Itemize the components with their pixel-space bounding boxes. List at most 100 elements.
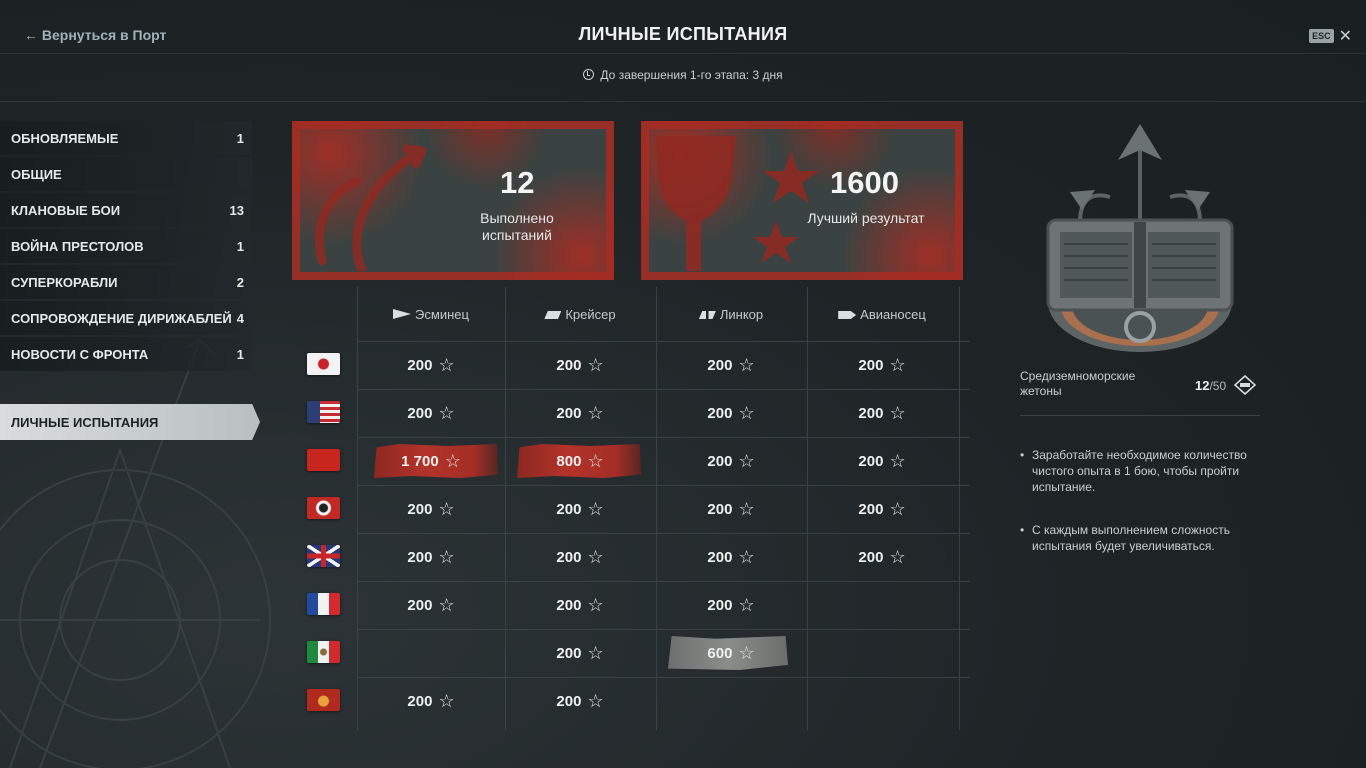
token-count: 12/50	[1195, 374, 1256, 396]
cell-value: 200	[707, 452, 733, 470]
star-icon: ☆	[738, 402, 755, 423]
cell-value: 200	[407, 548, 433, 566]
cell-value: 200	[407, 356, 433, 374]
column-header-battleship: Линкор	[656, 307, 806, 322]
cell-value: 200	[407, 404, 433, 422]
sidebar-item-label: ВОЙНА ПРЕСТОЛОВ	[11, 238, 144, 254]
cell-value: 200	[556, 356, 582, 374]
challenge-cell[interactable]: 200 ☆	[656, 533, 806, 581]
sidebar-item-general[interactable]: ОБЩИЕ	[0, 157, 252, 191]
challenge-cell[interactable]: 800 ☆	[505, 437, 655, 485]
challenge-cell[interactable]: 200 ☆	[505, 677, 655, 725]
challenge-cell[interactable]: 200 ☆	[807, 533, 957, 581]
best-result-value: 1600	[830, 165, 899, 200]
challenge-cell[interactable]: 200 ☆	[505, 485, 655, 533]
challenge-cell[interactable]: 200 ☆	[356, 389, 506, 437]
challenge-cell[interactable]: 200 ☆	[356, 341, 506, 389]
sidebar-item-count: 13	[229, 202, 244, 218]
challenge-cell[interactable]: 1 700 ☆	[356, 437, 506, 485]
column-label: Крейсер	[565, 307, 616, 322]
cell-value: 200	[858, 404, 884, 422]
divider	[0, 101, 1366, 102]
sidebar-item-war-of-thrones[interactable]: ВОЙНА ПРЕСТОЛОВ 1	[0, 229, 252, 263]
cell-value: 200	[407, 500, 433, 518]
cruiser-class-icon	[544, 311, 562, 319]
star-icon: ☆	[438, 354, 455, 375]
close-icon: ✕	[1338, 28, 1352, 45]
cell-value: 200	[858, 356, 884, 374]
column-label: Авианосец	[860, 307, 926, 322]
challenge-cell[interactable]: 200 ☆	[656, 437, 806, 485]
cell-value: 200	[707, 596, 733, 614]
sidebar-item-front-news[interactable]: НОВОСТИ С ФРОНТА 1	[0, 337, 252, 371]
challenge-cell[interactable]: 200 ☆	[807, 437, 957, 485]
token-name: Средиземноморские жетоны	[1020, 369, 1170, 399]
challenge-cell[interactable]: 200 ☆	[356, 677, 506, 725]
challenge-cell[interactable]: 200 ☆	[505, 341, 655, 389]
challenge-cell[interactable]: 200 ☆	[656, 485, 806, 533]
germany-flag-icon	[307, 497, 340, 519]
cell-value: 200	[707, 500, 733, 518]
star-icon: ☆	[438, 546, 455, 567]
cell-value: 1 700	[401, 452, 439, 470]
cell-value: 200	[858, 548, 884, 566]
challenge-cell[interactable]: 200 ☆	[505, 629, 655, 677]
challenge-cell[interactable]: 200 ☆	[505, 389, 655, 437]
battleship-class-icon	[698, 311, 716, 319]
star-icon: ☆	[587, 498, 604, 519]
mediterranean-token-emblem-icon	[1046, 124, 1234, 352]
challenge-cell[interactable]: 200 ☆	[505, 581, 655, 629]
japan-flag-icon	[307, 353, 340, 375]
page-title: ЛИЧНЫЕ ИСПЫТАНИЯ	[578, 24, 788, 44]
sidebar-item-count: 1	[236, 130, 244, 146]
challenge-cell[interactable]: 200 ☆	[656, 341, 806, 389]
star-icon: ☆	[738, 498, 755, 519]
italy-flag-icon	[307, 641, 340, 663]
sidebar-item-superships[interactable]: СУПЕРКОРАБЛИ 2	[0, 265, 252, 299]
challenge-cell[interactable]: 200 ☆	[356, 533, 506, 581]
sidebar-item-label: ОБЩИЕ	[11, 166, 62, 182]
star-icon: ☆	[587, 354, 604, 375]
star-icon: ☆	[438, 690, 455, 711]
cell-value: 200	[556, 692, 582, 710]
pan-europe-flag-icon	[307, 689, 340, 711]
star-icon: ☆	[889, 450, 906, 471]
challenge-cell[interactable]: 200 ☆	[356, 581, 506, 629]
sidebar-item-count: 2	[236, 274, 244, 290]
close-button[interactable]: ESC ✕	[1309, 26, 1352, 46]
uk-flag-icon	[307, 545, 340, 567]
column-header-destroyer: Эсминец	[356, 307, 506, 322]
token-current: 12	[1195, 378, 1210, 393]
sidebar-item-count: 1	[236, 238, 244, 254]
sidebar-item-personal-challenges[interactable]: ЛИЧНЫЕ ИСПЫТАНИЯ	[0, 404, 260, 440]
challenge-cell[interactable]: 200 ☆	[505, 533, 655, 581]
star-icon: ☆	[738, 546, 755, 567]
cell-value: 200	[556, 548, 582, 566]
timer-text: До завершения 1-го этапа: 3 дня	[600, 68, 783, 82]
star-icon: ☆	[587, 546, 604, 567]
sidebar-item-clan-battles[interactable]: КЛАНОВЫЕ БОИ 13	[0, 193, 252, 227]
divider	[1020, 415, 1260, 416]
info-bullet: С каждым выполнением сложность испытания…	[1020, 522, 1267, 554]
challenge-cell[interactable]: 200 ☆	[656, 581, 806, 629]
top-bar: ← Вернуться в Порт ЛИЧНЫЕ ИСПЫТАНИЯ ESC …	[0, 0, 1366, 54]
challenge-cell[interactable]: 200 ☆	[807, 341, 957, 389]
star-icon: ☆	[889, 498, 906, 519]
ussr-flag-icon	[307, 449, 340, 471]
challenge-cell[interactable]: 200 ☆	[807, 389, 957, 437]
star-icon: ☆	[738, 594, 755, 615]
column-label: Эсминец	[415, 307, 469, 322]
star-icon: ☆	[587, 450, 604, 471]
challenge-cell[interactable]: 200 ☆	[356, 485, 506, 533]
destroyer-class-icon	[393, 309, 412, 319]
star-icon: ☆	[438, 498, 455, 519]
star-icon: ☆	[889, 546, 906, 567]
sidebar-item-airship-escort[interactable]: СОПРОВОЖДЕНИЕ ДИРИЖАБЛЕЙ 4	[0, 301, 252, 335]
cell-value: 200	[707, 404, 733, 422]
sidebar-item-updatable[interactable]: ОБНОВЛЯЕМЫЕ 1	[0, 121, 252, 155]
cell-value: 200	[556, 644, 582, 662]
challenge-cell[interactable]: 600 ☆	[656, 629, 806, 677]
cell-value: 200	[407, 692, 433, 710]
challenge-cell[interactable]: 200 ☆	[656, 389, 806, 437]
challenge-cell[interactable]: 200 ☆	[807, 485, 957, 533]
